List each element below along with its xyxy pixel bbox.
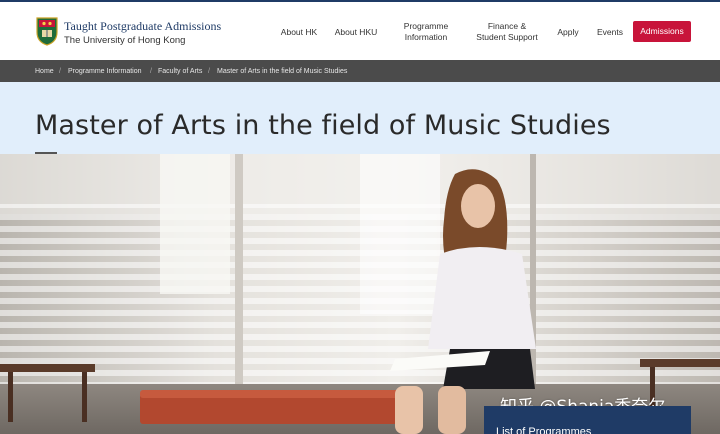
page-title-band: Master of Arts in the field of Music Stu… xyxy=(0,82,720,154)
site-title: Taught Postgraduate Admissions xyxy=(64,19,222,33)
nav-apply[interactable]: Apply xyxy=(555,27,581,38)
nav-about-hk[interactable]: About HK xyxy=(280,27,318,38)
list-of-programmes-label: List of Programmes xyxy=(496,426,592,434)
breadcrumb: Home / Programme Information / Faculty o… xyxy=(0,60,720,82)
breadcrumb-separator: / xyxy=(208,68,210,75)
nav-label: Events xyxy=(597,27,623,37)
admissions-button[interactable]: Admissions xyxy=(633,21,691,42)
breadcrumb-home[interactable]: Home xyxy=(35,67,54,76)
page-title: Master of Arts in the field of Music Stu… xyxy=(35,110,611,141)
nav-about-hku[interactable]: About HKU xyxy=(334,27,378,38)
breadcrumb-current: Master of Arts in the field of Music Stu… xyxy=(217,68,348,75)
breadcrumb-programme-information[interactable]: Programme Information xyxy=(68,67,142,76)
site-subtitle: The University of Hong Kong xyxy=(64,35,186,46)
nav-label-line1: Finance & xyxy=(487,21,527,31)
nav-finance-student-support[interactable]: Finance & Student Support xyxy=(474,21,540,43)
site-header: Taught Postgraduate Admissions The Unive… xyxy=(0,2,720,60)
nav-label: About HKU xyxy=(334,27,378,37)
breadcrumb-separator: / xyxy=(150,68,152,75)
nav-label-line2: Student Support xyxy=(476,32,538,42)
hero-image: 知乎 @Shania香奈尔 List of Programmes xyxy=(0,154,720,434)
hku-crest-logo[interactable] xyxy=(35,16,59,46)
breadcrumb-separator: / xyxy=(59,68,61,75)
nav-events[interactable]: Events xyxy=(596,27,624,38)
nav-label: Apply xyxy=(557,27,579,37)
nav-label: About HK xyxy=(280,27,318,37)
nav-label-line1: Programme xyxy=(403,21,449,31)
list-of-programmes-box[interactable]: List of Programmes xyxy=(484,406,691,434)
nav-programme-information[interactable]: Programme Information xyxy=(400,21,452,43)
breadcrumb-faculty-of-arts[interactable]: Faculty of Arts xyxy=(158,67,202,76)
brand-text[interactable]: Taught Postgraduate Admissions The Unive… xyxy=(64,19,221,47)
nav-label-line2: Information xyxy=(404,32,448,42)
